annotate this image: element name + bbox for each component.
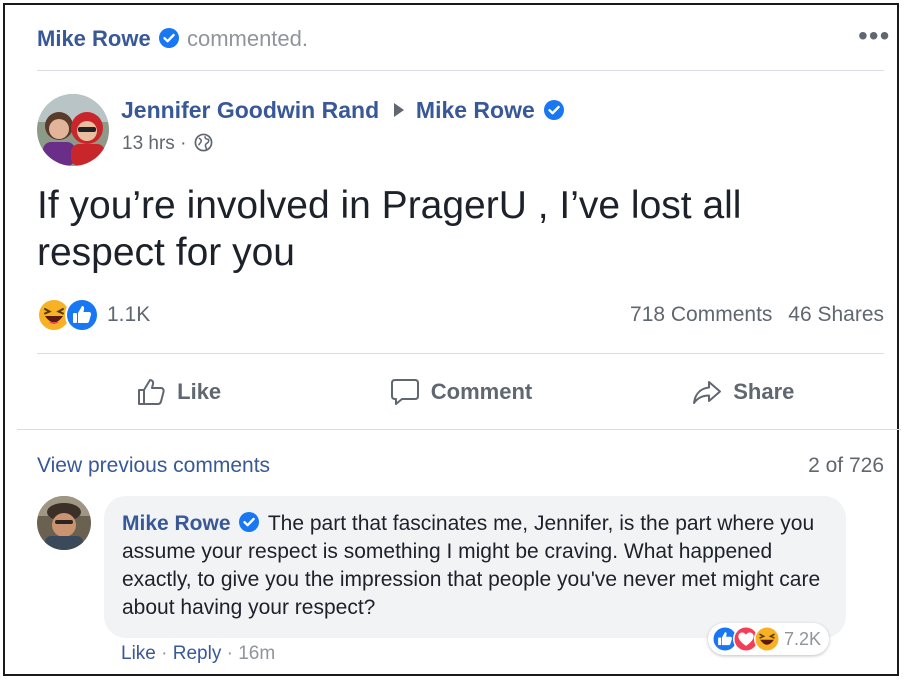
actions-top-divider	[37, 353, 884, 354]
like-icon	[65, 298, 99, 332]
post-timestamp[interactable]: 13 hrs	[122, 133, 175, 154]
more-options-icon[interactable]: •••	[858, 22, 890, 50]
activity-actor-link[interactable]: Mike Rowe	[37, 26, 151, 51]
comments-pager: 2 of 726	[808, 454, 884, 477]
avatar-photo	[37, 496, 91, 550]
activity-header: Mike Rowe commented.	[37, 26, 308, 52]
post-reaction-count: 1.1K	[107, 303, 151, 326]
post-author-line: Jennifer Goodwin Rand Mike Rowe	[121, 97, 565, 124]
verified-badge-icon	[544, 99, 565, 120]
post-text: If you’re involved in PragerU , I’ve los…	[37, 184, 742, 274]
like-button-label: Like	[177, 379, 222, 404]
comment-actions-separator: ·	[226, 643, 233, 664]
post-author-link[interactable]: Jennifer Goodwin Rand	[121, 97, 379, 123]
share-button[interactable]: Share	[602, 370, 884, 414]
comment-button[interactable]: Comment	[319, 370, 601, 414]
comment-body: Mike Rowe The part that fascinates me, J…	[122, 510, 828, 622]
thumbs-up-icon	[138, 379, 165, 405]
comment-actions: Like · Reply · 16m	[121, 643, 275, 665]
haha-icon	[754, 626, 780, 652]
comment-like-link[interactable]: Like	[121, 643, 156, 664]
comment-actions-separator: ·	[161, 643, 168, 664]
post-target-link[interactable]: Mike Rowe	[416, 97, 535, 123]
header-divider	[37, 70, 884, 71]
verified-badge-icon	[239, 512, 260, 533]
avatar-photo	[37, 94, 109, 166]
verified-badge-icon	[158, 28, 179, 49]
actions-bottom-divider	[17, 429, 901, 430]
comment-bubble-icon	[390, 379, 419, 405]
comment-author-link[interactable]: Mike Rowe	[122, 512, 231, 535]
view-previous-comments-link[interactable]: View previous comments	[37, 454, 270, 478]
globe-icon	[194, 133, 213, 152]
post-counts: 718 Comments 46 Shares	[630, 303, 884, 327]
commenter-avatar[interactable]	[37, 496, 91, 550]
comment-reactions-badge[interactable]: 7.2K	[708, 623, 830, 655]
comments-count-link[interactable]: 718 Comments	[630, 303, 772, 326]
comment-bubble: Mike Rowe The part that fascinates me, J…	[104, 496, 846, 638]
author-avatar[interactable]	[37, 94, 109, 166]
comment-reply-link[interactable]: Reply	[173, 643, 222, 664]
share-arrow-icon	[693, 381, 722, 404]
shares-count-link[interactable]: 46 Shares	[788, 303, 884, 326]
share-button-label: Share	[733, 379, 795, 404]
like-button[interactable]: Like	[37, 370, 319, 414]
post-reactions-summary[interactable]: 1.1K	[37, 297, 150, 333]
post-action-bar: Like Comment Share	[37, 370, 884, 414]
comment-button-label: Comment	[430, 379, 533, 404]
activity-verb: commented.	[186, 26, 309, 51]
caret-right-icon	[393, 102, 404, 117]
post-meta: 13 hrs ·	[122, 133, 213, 155]
meta-separator: ·	[180, 133, 187, 154]
comment-timestamp[interactable]: 16m	[238, 643, 275, 664]
comment-reaction-count: 7.2K	[784, 628, 822, 649]
